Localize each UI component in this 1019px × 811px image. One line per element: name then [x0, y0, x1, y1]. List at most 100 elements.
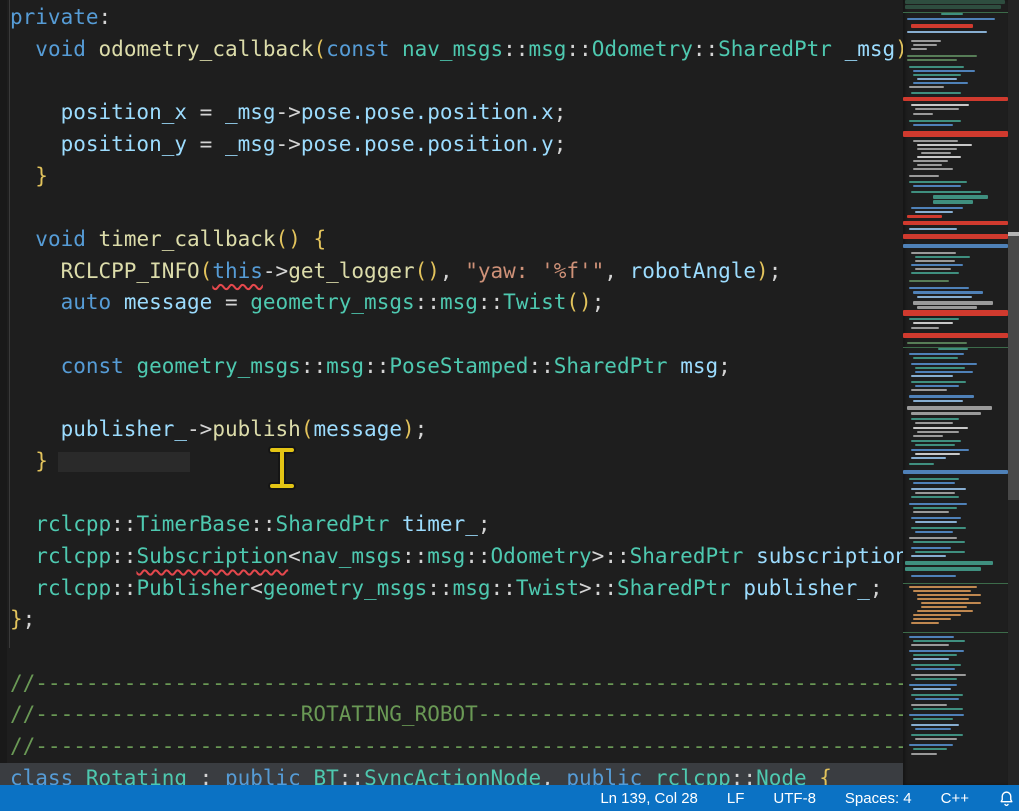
minimap-line [907, 406, 992, 410]
minimap-line [911, 389, 947, 391]
code-line[interactable]: void timer_callback() { [10, 224, 326, 256]
minimap-line [909, 318, 959, 320]
code-line[interactable]: position_x = _msg->pose.pose.position.x; [10, 97, 566, 129]
minimap-line [917, 164, 942, 166]
minimap-line [911, 191, 981, 193]
status-language[interactable]: C++ [941, 790, 969, 807]
token-punctuation [10, 544, 35, 568]
status-indentation[interactable]: Spaces: 4 [845, 790, 912, 807]
token-type: PoseStamped [389, 354, 528, 378]
minimap-line [911, 724, 959, 726]
token-bracket: { [314, 227, 327, 251]
minimap-line [913, 124, 953, 126]
code-line[interactable]: position_y = _msg->pose.pose.position.y; [10, 129, 566, 161]
token-punctuation [10, 417, 61, 441]
token-punctuation: ; [592, 290, 605, 314]
status-encoding[interactable]: UTF-8 [773, 790, 816, 807]
token-punctuation [10, 354, 61, 378]
minimap-line [913, 74, 961, 76]
token-punctuation: :: [111, 512, 136, 536]
code-line[interactable]: RCLCPP_INFO(this->get_logger(), "yaw: '%… [10, 256, 781, 288]
minimap-line [911, 622, 939, 624]
status-line-col[interactable]: Ln 139, Col 28 [600, 790, 698, 807]
code-line[interactable]: //--------------------------------------… [10, 731, 984, 763]
token-type: msg [528, 37, 566, 61]
minimap-line [911, 48, 927, 50]
minimap-line [907, 31, 987, 33]
token-punctuation: :: [566, 37, 591, 61]
token-keyword: void [35, 37, 86, 61]
token-punctuation: :: [301, 354, 326, 378]
token-punctuation: , [440, 259, 465, 283]
minimap-line [909, 175, 939, 177]
code-line[interactable]: private: [10, 2, 111, 34]
token-punctuation: :: [427, 576, 452, 600]
minimap-line [905, 5, 1001, 9]
token-type: Odometry [491, 544, 592, 568]
code-line[interactable]: void odometry_callback(const nav_msgs::m… [10, 34, 933, 66]
minimap-line [915, 108, 959, 110]
code-line[interactable]: //--------------------------------------… [10, 668, 984, 700]
code-line[interactable]: publisher_->publish(message); [10, 414, 427, 446]
minimap-line [915, 668, 955, 670]
editor-area[interactable]: private: void odometry_callback(const na… [0, 0, 1019, 785]
token-variable: _msg [845, 37, 896, 61]
minimap-line [911, 644, 949, 646]
token-bracket: () [566, 290, 591, 314]
token-variable: _msg [225, 100, 276, 124]
minimap-line [915, 492, 955, 494]
code-line[interactable]: auto message = geometry_msgs::msg::Twist… [10, 287, 604, 319]
status-eol[interactable]: LF [727, 790, 745, 807]
minimap-line [913, 400, 963, 402]
minimap-line [913, 168, 953, 170]
minimap-line [909, 586, 977, 588]
token-punctuation [10, 449, 35, 473]
code-line[interactable]: const geometry_msgs::msg::PoseStamped::S… [10, 351, 731, 383]
token-variable: robotAngle [630, 259, 756, 283]
minimap-line [917, 78, 957, 80]
minimap-line [913, 507, 957, 509]
minimap-line [921, 152, 951, 154]
minimap-line [917, 610, 973, 612]
minimap-line [915, 531, 953, 533]
token-punctuation: , [604, 259, 629, 283]
minimap-line [909, 86, 944, 88]
bell-icon[interactable] [998, 790, 1015, 807]
token-punctuation [10, 227, 35, 251]
minimap-section-divider [903, 583, 1008, 584]
token-bracket: } [35, 449, 48, 473]
code-line[interactable]: rclcpp::Subscription<nav_msgs::msg::Odom… [10, 541, 933, 573]
minimap-line [903, 333, 1008, 338]
token-punctuation [10, 576, 35, 600]
code-line[interactable]: } [10, 161, 48, 193]
token-function: get_logger [288, 259, 414, 283]
token-type: rclcpp [655, 766, 731, 785]
minimap-line [915, 453, 960, 455]
minimap-line [913, 427, 968, 429]
minimap-line [911, 664, 961, 666]
token-punctuation: >:: [592, 544, 630, 568]
code-line[interactable]: rclcpp::TimerBase::SharedPtr timer_; [10, 509, 491, 541]
minimap[interactable] [903, 0, 1008, 785]
minimap-line [913, 482, 955, 484]
token-function: timer_callback [99, 227, 276, 251]
token-keyword: const [61, 354, 124, 378]
code-line[interactable]: }; [10, 604, 35, 636]
token-punctuation: :: [364, 354, 389, 378]
code-line[interactable]: class Rotating : public BT::SyncActionNo… [10, 763, 832, 785]
code-line[interactable]: } [10, 446, 48, 478]
token-punctuation [10, 132, 61, 156]
token-type: SharedPtr [276, 512, 390, 536]
minimap-line [909, 744, 953, 746]
token-type: BT [313, 766, 338, 785]
token-punctuation: -> [276, 132, 301, 156]
code-line[interactable]: //---------------------ROTATING_ROBOT---… [10, 699, 1019, 731]
minimap-section-divider [903, 12, 1008, 13]
token-string: "yaw: '%f'" [465, 259, 604, 283]
token-type: msg [453, 576, 491, 600]
minimap-line [911, 264, 963, 266]
scrollbar-track[interactable] [1008, 0, 1019, 785]
scrollbar-thumb[interactable] [1008, 235, 1019, 500]
minimap-line [903, 310, 1008, 316]
code-line[interactable]: rclcpp::Publisher<geometry_msgs::msg::Tw… [10, 573, 883, 605]
